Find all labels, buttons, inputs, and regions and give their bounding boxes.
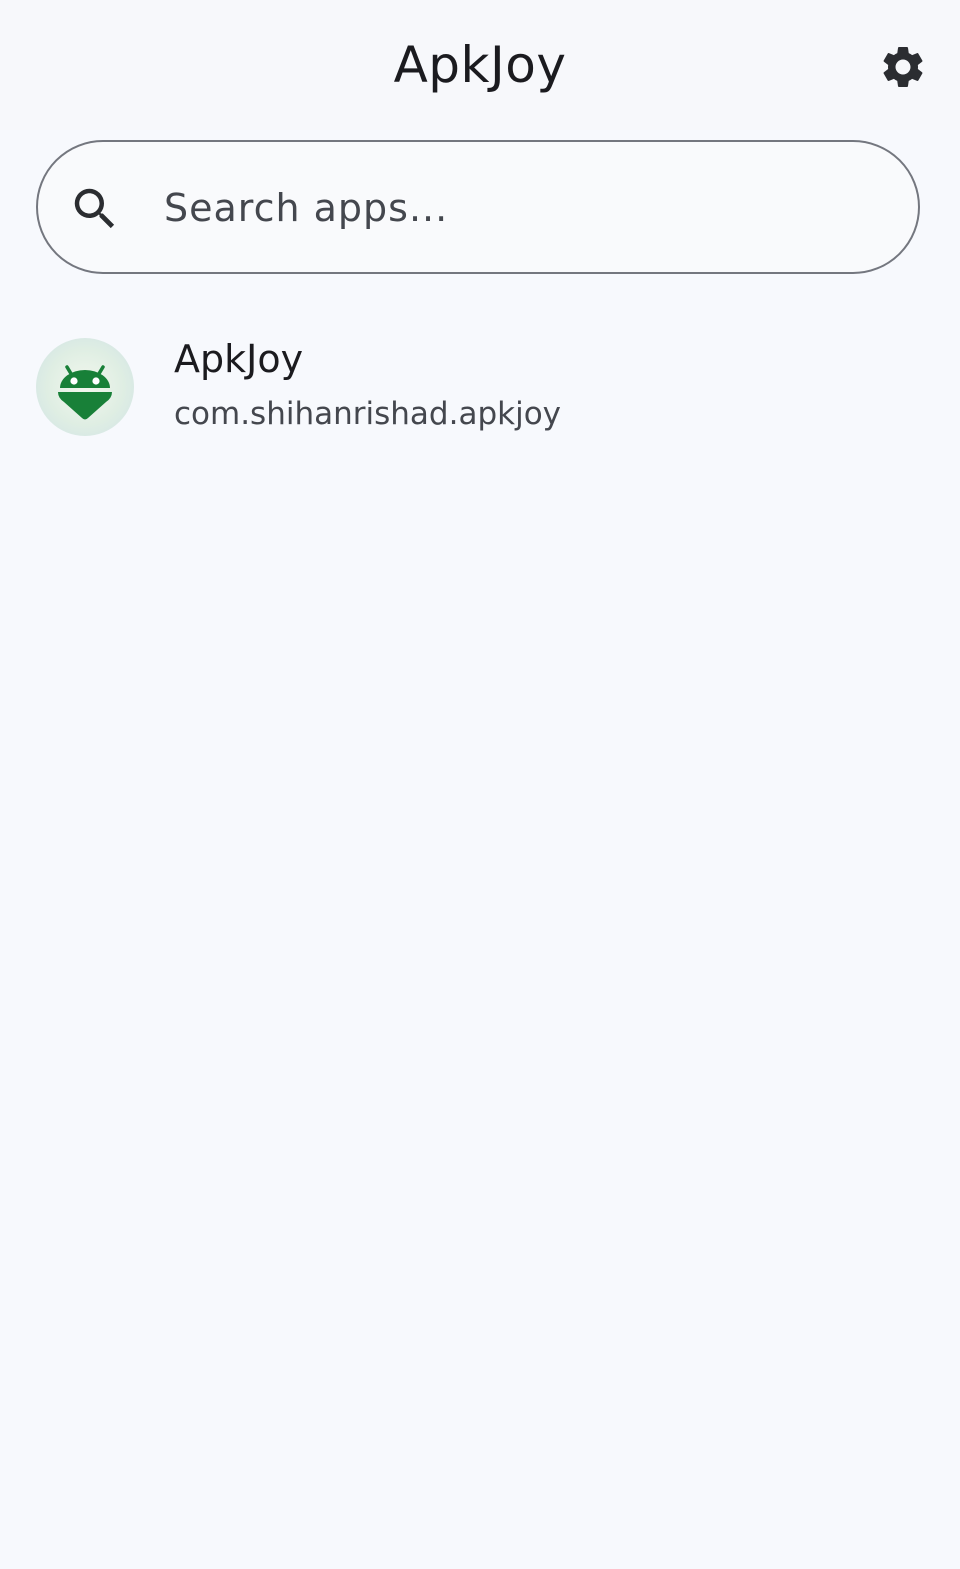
search-input[interactable] [164, 172, 884, 244]
app-title: ApkJoy [393, 36, 567, 94]
search-icon [74, 188, 115, 229]
top-app-bar: ApkJoy [0, 0, 960, 130]
android-icon [58, 365, 112, 420]
settings-button[interactable] [872, 36, 934, 98]
app-list: ApkJoy com.shihanrishad.apkjoy [0, 320, 960, 452]
search-bar[interactable] [36, 140, 920, 274]
app-package-name: com.shihanrishad.apkjoy [174, 396, 562, 432]
gear-icon [883, 46, 923, 87]
list-item[interactable]: ApkJoy com.shihanrishad.apkjoy [0, 320, 960, 452]
app-icon [36, 338, 134, 436]
app-name: ApkJoy [174, 337, 304, 381]
